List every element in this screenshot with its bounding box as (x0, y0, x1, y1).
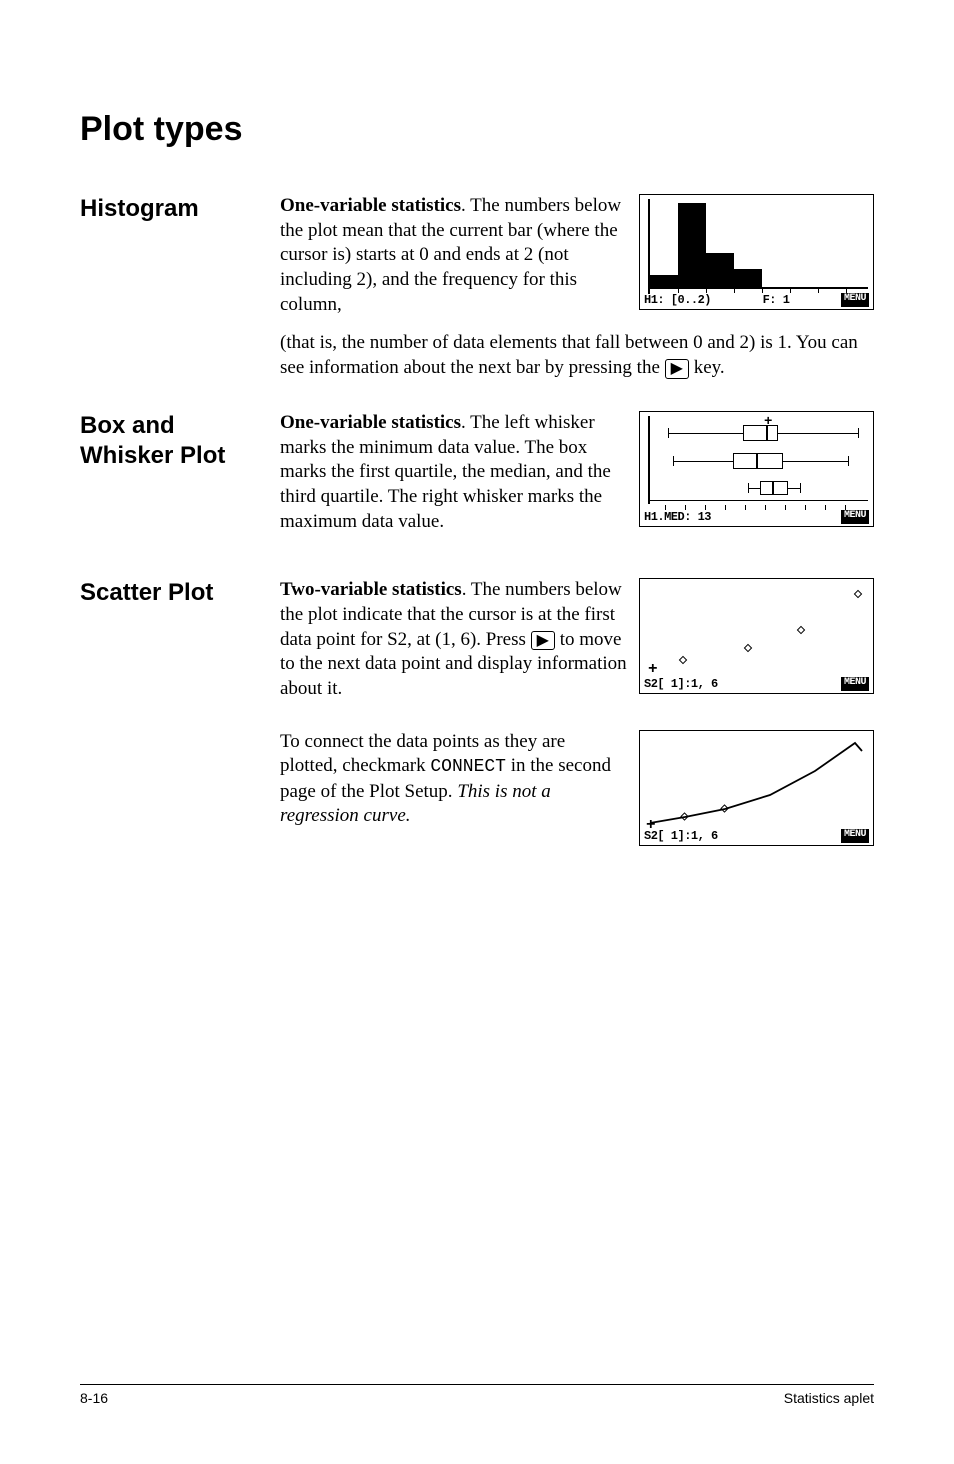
histogram-para2: (that is, the number of data elements th… (280, 331, 874, 380)
footer-rule (80, 1384, 874, 1385)
boxwhisker-lead-bold: One-variable statistics (280, 412, 461, 433)
section-histogram: Histogram One-variable statistics. The n… (80, 194, 874, 381)
boxwhisker-screen: + (639, 411, 874, 527)
histogram-content: One-variable statistics. The numbers bel… (280, 194, 874, 381)
connect-option: CONNECT (430, 757, 506, 777)
histogram-status-left: H1: [0..2) (644, 293, 711, 307)
boxwhisker-label: Box and Whisker Plot (80, 411, 250, 548)
boxwhisker-status-left: H1.MED: 13 (644, 510, 711, 524)
scatter-label: Scatter Plot (80, 578, 250, 845)
menu-box: MENU (841, 293, 869, 307)
scatter-para2: To connect the data points as they are p… (280, 730, 627, 829)
histogram-p2b: key. (689, 357, 725, 378)
scatter-content: Two-variable statistics. The numbers bel… (280, 578, 874, 845)
connected-scatter-status-left: S2[ 1]:1, 6 (644, 829, 718, 843)
histogram-para1: One-variable statistics. The numbers bel… (280, 194, 627, 317)
boxwhisker-para1: One-variable statistics. The left whiske… (280, 411, 627, 534)
histogram-screen: H1: [0..2) F: 1 MENU (639, 194, 874, 310)
menu-box: MENU (841, 510, 869, 524)
boxwhisker-content: One-variable statistics. The left whiske… (280, 411, 874, 548)
menu-box: MENU (841, 677, 869, 691)
right-arrow-key-icon: ▶ (665, 359, 689, 379)
histogram-lead-bold: One-variable statistics (280, 195, 461, 216)
scatter-para1: Two-variable statistics. The numbers bel… (280, 578, 627, 701)
cursor-cross-icon: + (648, 661, 658, 677)
menu-box: MENU (841, 829, 869, 843)
aplet-name: Statistics aplet (784, 1390, 874, 1406)
page-number: 8-16 (80, 1390, 108, 1406)
scatter-lead-bold: Two-variable statistics (280, 579, 462, 600)
right-arrow-key-icon: ▶ (531, 631, 555, 651)
connected-scatter-screen: + S2[ 1]:1, 6 MENU (639, 730, 874, 846)
page-title: Plot types (80, 110, 874, 149)
section-scatter: Scatter Plot Two-variable statistics. Th… (80, 578, 874, 845)
scatter-screen: + S2[ 1]:1, 6 MENU (639, 578, 874, 694)
page-footer: 8-16 Statistics aplet (80, 1384, 874, 1406)
scatter-status-left: S2[ 1]:1, 6 (644, 677, 718, 691)
section-boxwhisker: Box and Whisker Plot One-variable statis… (80, 411, 874, 548)
histogram-label: Histogram (80, 194, 250, 381)
histogram-p2a: (that is, the number of data elements th… (280, 332, 858, 378)
histogram-status-mid: F: 1 (763, 293, 790, 307)
